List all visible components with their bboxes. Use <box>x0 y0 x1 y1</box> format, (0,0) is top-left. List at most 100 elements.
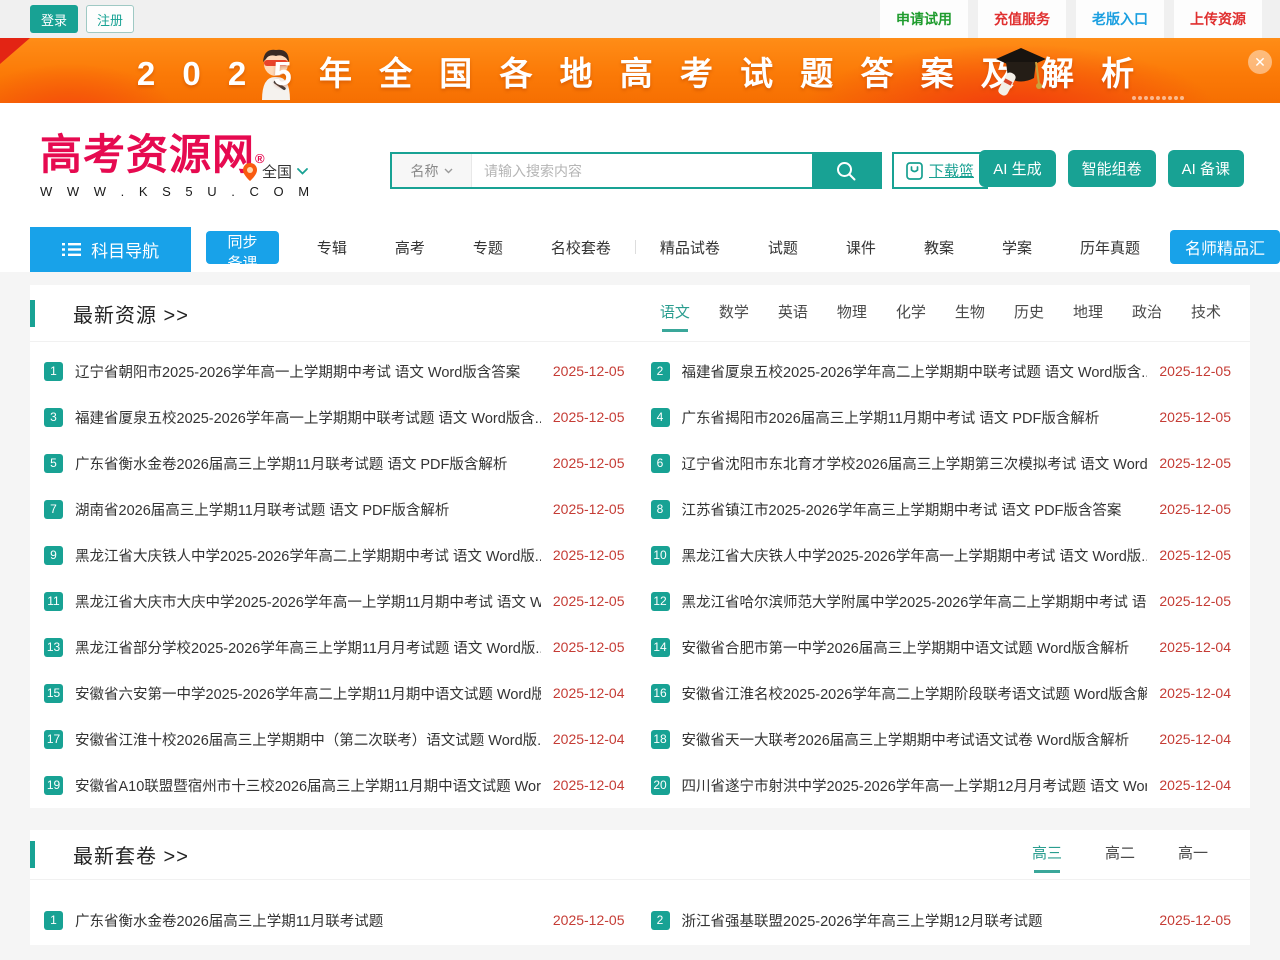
resource-title-link[interactable]: 福建省厦泉五校2025-2026学年高二上学期期中联考试题 语文 Word版含.… <box>682 361 1148 382</box>
nav-item[interactable]: 专辑 <box>293 237 371 258</box>
grade-tab[interactable]: 高三 <box>1032 836 1062 873</box>
rank-badge: 20 <box>651 776 670 795</box>
resource-row[interactable]: 8 江苏省镇江市2025-2026学年高三上学期期中考试 语文 PDF版含答案 … <box>651 486 1232 532</box>
ai-tool-button[interactable]: AI 生成 <box>979 150 1055 187</box>
main-nav: 科目导航 同步备课 专辑高考专题名校套卷精品试卷试题课件教案学案历年真题 名师精… <box>0 222 1280 272</box>
search-category-dropdown[interactable]: 名称 <box>392 154 472 187</box>
resource-row[interactable]: 20 四川省遂宁市射洪中学2025-2026学年高一上学期12月月考试题 语文 … <box>651 762 1232 808</box>
subject-tab[interactable]: 英语 <box>778 295 808 332</box>
nav-item[interactable]: 专题 <box>449 237 527 258</box>
resource-row[interactable]: 3 福建省厦泉五校2025-2026学年高一上学期期中联考试题 语文 Word版… <box>44 394 625 440</box>
resource-row[interactable]: 13 黑龙江省部分学校2025-2026学年高三上学期11月月考试题 语文 Wo… <box>44 624 625 670</box>
subject-tab[interactable]: 地理 <box>1073 295 1103 332</box>
resource-row[interactable]: 14 安徽省合肥市第一中学2026届高三上学期期中语文试题 Word版含解析 2… <box>651 624 1232 670</box>
subject-tab[interactable]: 语文 <box>660 295 690 332</box>
subject-tab[interactable]: 技术 <box>1191 295 1221 332</box>
resource-row[interactable]: 5 广东省衡水金卷2026届高三上学期11月联考试题 语文 PDF版含解析 20… <box>44 440 625 486</box>
site-header: 高考资源网® W W W . K S 5 U . C O M 全国 名称 下载篮… <box>0 103 1280 222</box>
resource-row[interactable]: 1 辽宁省朝阳市2025-2026学年高一上学期期中考试 语文 Word版含答案… <box>44 348 625 394</box>
resource-title-link[interactable]: 安徽省江淮十校2026届高三上学期期中（第二次联考）语文试题 Word版... <box>75 729 541 750</box>
nav-item[interactable]: 试题 <box>744 237 822 258</box>
resource-date: 2025-12-05 <box>553 593 625 609</box>
resource-title-link[interactable]: 江苏省镇江市2025-2026学年高三上学期期中考试 语文 PDF版含答案 <box>682 499 1148 520</box>
resource-row[interactable]: 12 黑龙江省哈尔滨师范大学附属中学2025-2026学年高二上学期期中考试 语… <box>651 578 1232 624</box>
nav-item[interactable]: 精品试卷 <box>636 237 744 258</box>
rank-badge: 8 <box>651 500 670 519</box>
nav-item[interactable]: 学案 <box>978 237 1056 258</box>
grade-tab[interactable]: 高一 <box>1178 836 1208 873</box>
banner-close-button[interactable]: ✕ <box>1248 50 1272 74</box>
nav-item[interactable]: 课件 <box>822 237 900 258</box>
subject-tab[interactable]: 化学 <box>896 295 926 332</box>
resource-title-link[interactable]: 安徽省合肥市第一中学2026届高三上学期期中语文试题 Word版含解析 <box>682 637 1148 658</box>
featured-teachers-button[interactable]: 名师精品汇 <box>1170 230 1280 264</box>
resource-row[interactable]: 17 安徽省江淮十校2026届高三上学期期中（第二次联考）语文试题 Word版.… <box>44 716 625 762</box>
paper-title-link[interactable]: 浙江省强基联盟2025-2026学年高三上学期12月联考试题 <box>682 910 1148 931</box>
resource-title-link[interactable]: 黑龙江省哈尔滨师范大学附属中学2025-2026学年高二上学期期中考试 语... <box>682 591 1148 612</box>
resource-title-link[interactable]: 辽宁省沈阳市东北育才学校2026届高三上学期第三次模拟考试 语文 Word... <box>682 453 1148 474</box>
resource-title-link[interactable]: 广东省揭阳市2026届高三上学期11月期中考试 语文 PDF版含解析 <box>682 407 1148 428</box>
resource-title-link[interactable]: 辽宁省朝阳市2025-2026学年高一上学期期中考试 语文 Word版含答案 <box>75 361 541 382</box>
resource-title-link[interactable]: 安徽省天一大联考2026届高三上学期期中考试语文试卷 Word版含解析 <box>682 729 1148 750</box>
topbar-link[interactable]: 充值服务 <box>978 0 1066 38</box>
resource-title-link[interactable]: 安徽省六安第一中学2025-2026学年高二上学期11月期中语文试题 Word版… <box>75 683 541 704</box>
resource-date: 2025-12-05 <box>553 547 625 563</box>
topbar-link[interactable]: 老版入口 <box>1076 0 1164 38</box>
paper-title-link[interactable]: 广东省衡水金卷2026届高三上学期11月联考试题 <box>75 910 541 931</box>
resource-title-link[interactable]: 黑龙江省大庆市大庆中学2025-2026学年高一上学期11月期中考试 语文 W.… <box>75 591 541 612</box>
ai-tool-button[interactable]: 智能组卷 <box>1068 150 1156 187</box>
resource-row[interactable]: 6 辽宁省沈阳市东北育才学校2026届高三上学期第三次模拟考试 语文 Word.… <box>651 440 1232 486</box>
nav-item[interactable]: 高考 <box>371 237 449 258</box>
search-button[interactable] <box>812 154 880 187</box>
paper-row[interactable]: 2 浙江省强基联盟2025-2026学年高三上学期12月联考试题 2025-12… <box>651 897 1232 943</box>
subject-tab[interactable]: 生物 <box>955 295 985 332</box>
rank-badge: 5 <box>44 454 63 473</box>
paper-row[interactable]: 1 广东省衡水金卷2026届高三上学期11月联考试题 2025-12-05 <box>44 897 625 943</box>
resource-row[interactable]: 7 湖南省2026届高三上学期11月联考试题 语文 PDF版含解析 2025-1… <box>44 486 625 532</box>
resource-date: 2025-12-05 <box>1159 593 1231 609</box>
resource-title-link[interactable]: 福建省厦泉五校2025-2026学年高一上学期期中联考试题 语文 Word版含.… <box>75 407 541 428</box>
resource-row[interactable]: 11 黑龙江省大庆市大庆中学2025-2026学年高一上学期11月期中考试 语文… <box>44 578 625 624</box>
resource-row[interactable]: 15 安徽省六安第一中学2025-2026学年高二上学期11月期中语文试题 Wo… <box>44 670 625 716</box>
topbar-link[interactable]: 上传资源 <box>1174 0 1262 38</box>
nav-item[interactable]: 教案 <box>900 237 978 258</box>
resource-title-link[interactable]: 四川省遂宁市射洪中学2025-2026学年高一上学期12月月考试题 语文 Wor… <box>682 775 1148 796</box>
region-selector[interactable]: 全国 <box>243 161 308 182</box>
resource-title-link[interactable]: 黑龙江省部分学校2025-2026学年高三上学期11月月考试题 语文 Word版… <box>75 637 541 658</box>
rank-badge: 3 <box>44 408 63 427</box>
subject-tab[interactable]: 政治 <box>1132 295 1162 332</box>
subject-tab[interactable]: 物理 <box>837 295 867 332</box>
sync-prep-button[interactable]: 同步备课 <box>206 231 279 264</box>
nav-item[interactable]: 历年真题 <box>1056 237 1164 258</box>
resource-row[interactable]: 10 黑龙江省大庆铁人中学2025-2026学年高一上学期期中考试 语文 Wor… <box>651 532 1232 578</box>
grade-tab[interactable]: 高二 <box>1105 836 1135 873</box>
subject-nav-button[interactable]: 科目导航 <box>30 227 191 272</box>
download-basket-button[interactable]: 下载篮 <box>892 152 988 189</box>
nav-item[interactable]: 名校套卷 <box>527 237 635 258</box>
resource-title-link[interactable]: 湖南省2026届高三上学期11月联考试题 语文 PDF版含解析 <box>75 499 541 520</box>
promo-banner[interactable]: 2 0 2 5 年 全 国 各 地 高 考 试 题 答 案 及 解 析 ✕ <box>0 38 1280 103</box>
search-input[interactable] <box>472 154 812 187</box>
latest-papers-header: 最新套卷 >> 高三高二高一 <box>30 830 1250 880</box>
resource-row[interactable]: 16 安徽省江淮名校2025-2026学年高二上学期阶段联考语文试题 Word版… <box>651 670 1232 716</box>
resource-row[interactable]: 9 黑龙江省大庆铁人中学2025-2026学年高二上学期期中考试 语文 Word… <box>44 532 625 578</box>
resource-title-link[interactable]: 安徽省江淮名校2025-2026学年高二上学期阶段联考语文试题 Word版含解析 <box>682 683 1148 704</box>
topbar-link[interactable]: 申请试用 <box>880 0 968 38</box>
resource-row[interactable]: 4 广东省揭阳市2026届高三上学期11月期中考试 语文 PDF版含解析 202… <box>651 394 1232 440</box>
rank-badge: 1 <box>44 911 63 930</box>
register-button[interactable]: 注册 <box>86 5 134 33</box>
login-button[interactable]: 登录 <box>30 5 78 33</box>
resource-row[interactable]: 2 福建省厦泉五校2025-2026学年高二上学期期中联考试题 语文 Word版… <box>651 348 1232 394</box>
resource-title-link[interactable]: 安徽省A10联盟暨宿州市十三校2026届高三上学期11月期中语文试题 Wor..… <box>75 775 541 796</box>
ai-tool-button[interactable]: AI 备课 <box>1168 150 1244 187</box>
resource-title-link[interactable]: 黑龙江省大庆铁人中学2025-2026学年高二上学期期中考试 语文 Word版.… <box>75 545 541 566</box>
subject-tab[interactable]: 历史 <box>1014 295 1044 332</box>
grade-tabs: 高三 高二 高一 <box>989 836 1208 873</box>
resource-title-link[interactable]: 黑龙江省大庆铁人中学2025-2026学年高一上学期期中考试 语文 Word版.… <box>682 545 1148 566</box>
resource-title-link[interactable]: 广东省衡水金卷2026届高三上学期11月联考试题 语文 PDF版含解析 <box>75 453 541 474</box>
resource-row[interactable]: 19 安徽省A10联盟暨宿州市十三校2026届高三上学期11月期中语文试题 Wo… <box>44 762 625 808</box>
paper-date: 2025-12-05 <box>1159 912 1231 928</box>
subject-tab[interactable]: 数学 <box>719 295 749 332</box>
resource-row[interactable]: 18 安徽省天一大联考2026届高三上学期期中考试语文试卷 Word版含解析 2… <box>651 716 1232 762</box>
resource-date: 2025-12-05 <box>1159 455 1231 471</box>
